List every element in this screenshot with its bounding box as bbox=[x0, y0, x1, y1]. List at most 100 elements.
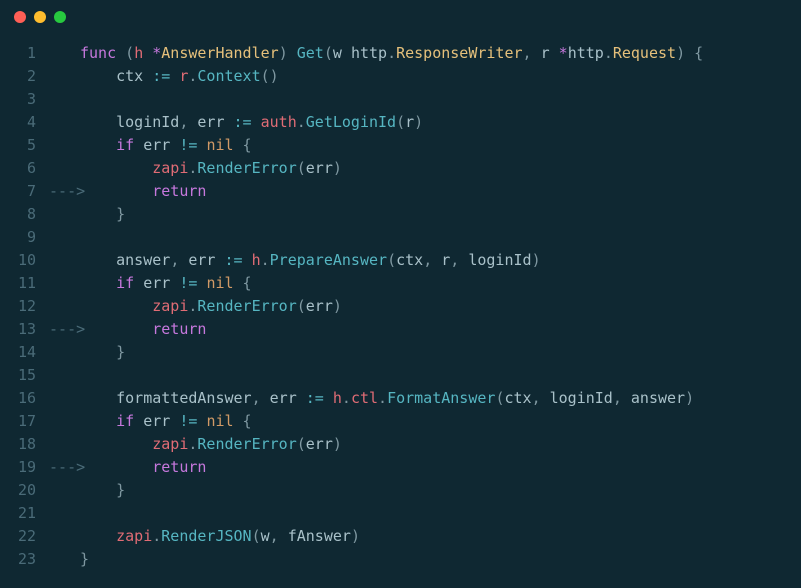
token-punct: , bbox=[170, 251, 188, 269]
token-punct bbox=[243, 251, 252, 269]
token-builtin: nil bbox=[206, 274, 233, 292]
code-content[interactable]: zapi.RenderError(err) bbox=[80, 157, 801, 180]
token-punct: . bbox=[342, 389, 351, 407]
token-kw: if bbox=[116, 274, 134, 292]
code-line[interactable]: 13 ---> return bbox=[0, 318, 801, 341]
code-line[interactable]: 16 formattedAnswer, err := h.ctl.FormatA… bbox=[0, 387, 801, 410]
token-ident: ctx bbox=[396, 251, 423, 269]
code-content[interactable] bbox=[80, 502, 801, 525]
token-punct: { bbox=[234, 412, 252, 430]
window-close-icon[interactable] bbox=[14, 11, 26, 23]
code-content[interactable]: loginId, err := auth.GetLoginId(r) bbox=[80, 111, 801, 134]
code-line[interactable]: 10 answer, err := h.PrepareAnswer(ctx, r… bbox=[0, 249, 801, 272]
token-op: := bbox=[225, 251, 243, 269]
token-punct: , bbox=[613, 389, 631, 407]
token-punct: { bbox=[234, 136, 252, 154]
code-line[interactable]: 21 bbox=[0, 502, 801, 525]
token-call: RenderError bbox=[197, 159, 296, 177]
token-punct: , bbox=[523, 44, 541, 62]
window-zoom-icon[interactable] bbox=[54, 11, 66, 23]
token-ident: r bbox=[441, 251, 450, 269]
token-type: Request bbox=[613, 44, 676, 62]
code-content[interactable] bbox=[80, 88, 801, 111]
line-number: 22 bbox=[0, 525, 40, 548]
code-content[interactable]: ctx := r.Context() bbox=[80, 65, 801, 88]
token-punct: . bbox=[261, 251, 270, 269]
code-content[interactable]: } bbox=[80, 548, 801, 571]
token-field: auth bbox=[261, 113, 297, 131]
code-content[interactable]: if err != nil { bbox=[80, 134, 801, 157]
code-line[interactable]: 22 zapi.RenderJSON(w, fAnswer) bbox=[0, 525, 801, 548]
token-field: zapi bbox=[152, 435, 188, 453]
code-line[interactable]: 9 bbox=[0, 226, 801, 249]
code-content[interactable]: zapi.RenderError(err) bbox=[80, 433, 801, 456]
code-line[interactable]: 7 ---> return bbox=[0, 180, 801, 203]
window-minimize-icon[interactable] bbox=[34, 11, 46, 23]
token-punct bbox=[134, 136, 143, 154]
token-call: RenderError bbox=[197, 297, 296, 315]
token-punct: ) bbox=[685, 389, 694, 407]
code-content[interactable]: formattedAnswer, err := h.ctl.FormatAnsw… bbox=[80, 387, 801, 410]
code-line[interactable]: 11 if err != nil { bbox=[0, 272, 801, 295]
code-content[interactable] bbox=[80, 226, 801, 249]
token-ident: r bbox=[541, 44, 550, 62]
line-number: 9 bbox=[0, 226, 40, 249]
token-punct: ( bbox=[387, 251, 396, 269]
token-punct bbox=[550, 44, 559, 62]
token-op: := bbox=[306, 389, 324, 407]
code-line[interactable]: 15 bbox=[0, 364, 801, 387]
code-line[interactable]: 2 ctx := r.Context() bbox=[0, 65, 801, 88]
code-content[interactable]: return bbox=[80, 456, 801, 479]
line-number: 4 bbox=[0, 111, 40, 134]
code-line[interactable]: 8 } bbox=[0, 203, 801, 226]
code-content[interactable]: zapi.RenderError(err) bbox=[80, 295, 801, 318]
code-content[interactable]: } bbox=[80, 341, 801, 364]
code-content[interactable]: func (h *AnswerHandler) Get(w http.Respo… bbox=[80, 42, 801, 65]
token-ident bbox=[116, 458, 152, 476]
code-content[interactable] bbox=[80, 364, 801, 387]
code-content[interactable]: return bbox=[80, 180, 801, 203]
token-punct bbox=[215, 251, 224, 269]
code-line[interactable]: 18 zapi.RenderError(err) bbox=[0, 433, 801, 456]
token-punct bbox=[170, 136, 179, 154]
token-op: != bbox=[179, 412, 197, 430]
arrow-gutter: ---> bbox=[40, 318, 80, 341]
code-line[interactable]: 17 if err != nil { bbox=[0, 410, 801, 433]
token-punct: . bbox=[604, 44, 613, 62]
code-line[interactable]: 23} bbox=[0, 548, 801, 571]
code-line[interactable]: 1func (h *AnswerHandler) Get(w http.Resp… bbox=[0, 42, 801, 65]
code-content[interactable]: } bbox=[80, 203, 801, 226]
code-content[interactable]: if err != nil { bbox=[80, 410, 801, 433]
token-call: FormatAnswer bbox=[387, 389, 495, 407]
code-line[interactable]: 20 } bbox=[0, 479, 801, 502]
token-ident: http bbox=[351, 44, 387, 62]
token-ident: err bbox=[143, 412, 170, 430]
code-line[interactable]: 19 ---> return bbox=[0, 456, 801, 479]
token-star: * bbox=[559, 44, 568, 62]
token-punct bbox=[252, 113, 261, 131]
code-line[interactable]: 12 zapi.RenderError(err) bbox=[0, 295, 801, 318]
token-punct: ( bbox=[396, 113, 405, 131]
token-builtin: nil bbox=[206, 136, 233, 154]
code-content[interactable]: return bbox=[80, 318, 801, 341]
code-line[interactable]: 6 zapi.RenderError(err) bbox=[0, 157, 801, 180]
line-number: 5 bbox=[0, 134, 40, 157]
token-kw: return bbox=[152, 182, 206, 200]
token-ident: fAnswer bbox=[288, 527, 351, 545]
token-field: h bbox=[252, 251, 261, 269]
code-content[interactable]: answer, err := h.PrepareAnswer(ctx, r, l… bbox=[80, 249, 801, 272]
code-line[interactable]: 3 bbox=[0, 88, 801, 111]
token-ident: err bbox=[306, 435, 333, 453]
code-editor[interactable]: 1func (h *AnswerHandler) Get(w http.Resp… bbox=[0, 34, 801, 583]
code-line[interactable]: 5 if err != nil { bbox=[0, 134, 801, 157]
token-punct bbox=[134, 274, 143, 292]
code-line[interactable]: 14 } bbox=[0, 341, 801, 364]
token-op: != bbox=[179, 274, 197, 292]
token-ident: err bbox=[306, 159, 333, 177]
code-line[interactable]: 4 loginId, err := auth.GetLoginId(r) bbox=[0, 111, 801, 134]
code-content[interactable]: zapi.RenderJSON(w, fAnswer) bbox=[80, 525, 801, 548]
token-type: ResponseWriter bbox=[396, 44, 522, 62]
code-content[interactable]: } bbox=[80, 479, 801, 502]
token-call: Get bbox=[297, 44, 324, 62]
code-content[interactable]: if err != nil { bbox=[80, 272, 801, 295]
